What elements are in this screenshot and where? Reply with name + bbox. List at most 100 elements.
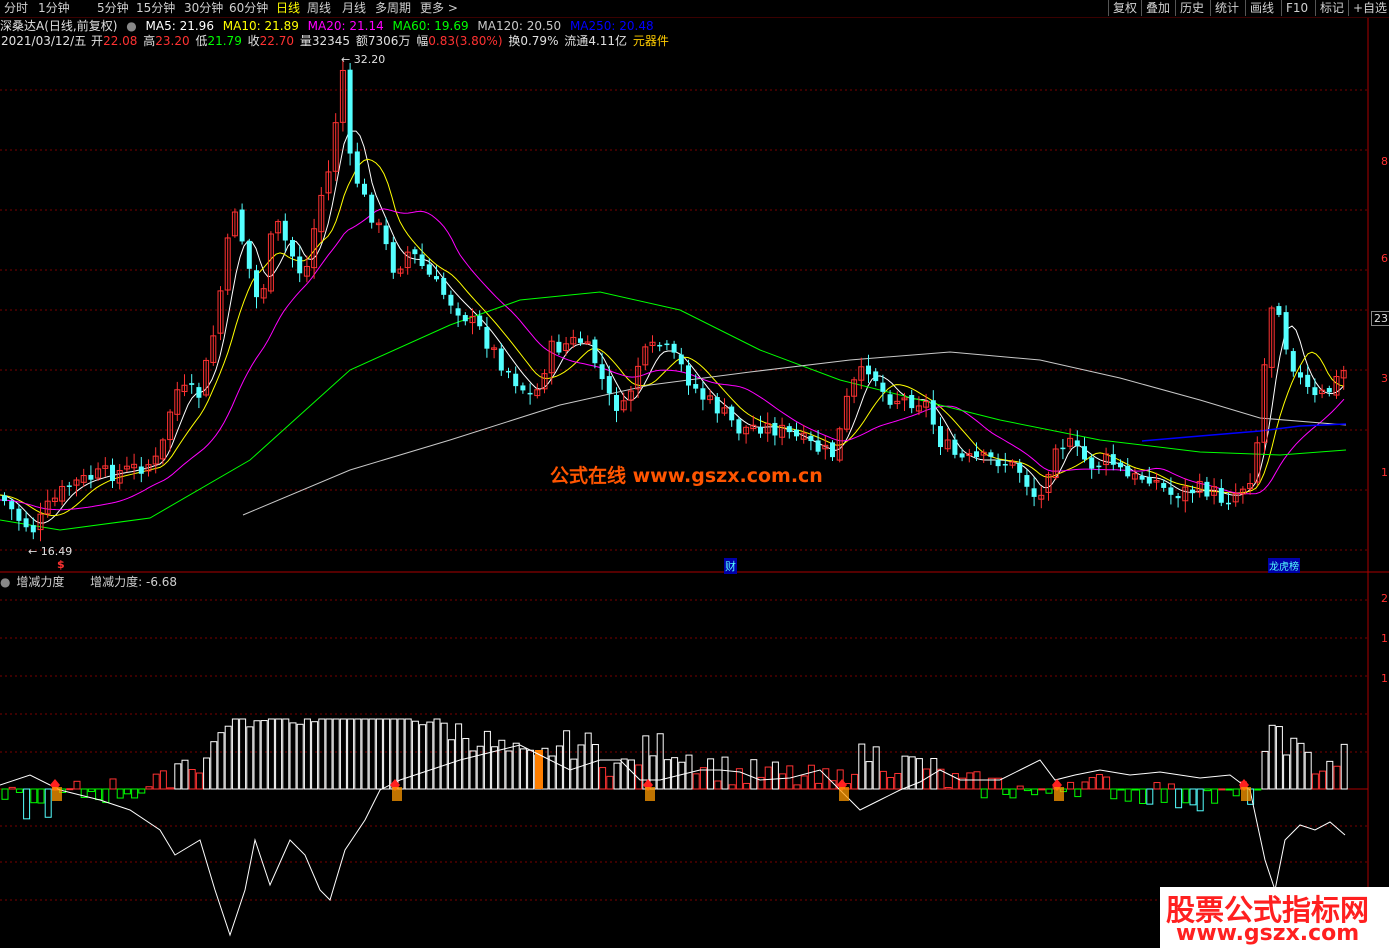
dividend-mark[interactable]: $ [57, 558, 65, 571]
indicator-bar [1275, 726, 1283, 790]
signal-tag-icon [645, 787, 655, 801]
indicator-bar [66, 788, 74, 791]
indicator-bar [879, 770, 887, 790]
indicator-bar [1340, 743, 1348, 790]
indicator-bar [858, 743, 866, 790]
candle-body [1082, 446, 1087, 460]
candle-body [246, 240, 252, 269]
candle-body [866, 365, 871, 375]
indicator-bar [332, 718, 340, 790]
candle-body [498, 348, 504, 371]
indicator-bar [116, 788, 124, 799]
signal-tag-icon [52, 787, 62, 801]
finance-mark[interactable]: 财 [724, 558, 737, 574]
indicator-bar [447, 739, 455, 790]
indicator-bar [570, 758, 578, 790]
candle-body [297, 256, 303, 274]
candle-body [196, 387, 202, 398]
candle-body [1089, 457, 1095, 469]
candle-body [1024, 475, 1030, 487]
candle-body [254, 270, 259, 298]
candle-body [88, 474, 94, 480]
indicator-bar [944, 786, 952, 790]
indicator-bar [951, 773, 959, 790]
candle-body [513, 373, 519, 387]
indicator-bar [224, 725, 232, 790]
candle-body [995, 459, 1001, 467]
candle-body [1175, 495, 1181, 499]
indicator-bar [239, 718, 247, 790]
indicator-bar [1304, 751, 1312, 790]
indicator-bar [678, 761, 686, 790]
chevron-down-icon[interactable]: ● [0, 575, 10, 589]
indicator-bar [771, 761, 779, 790]
axis-label: 8 [1381, 155, 1388, 168]
indicator-bar [815, 782, 823, 790]
candle-body [484, 326, 490, 349]
candle-body [786, 426, 792, 433]
indicator-bar [404, 718, 412, 790]
candle-body [1226, 502, 1231, 505]
indicator-bar [44, 788, 52, 818]
indicator-bar [303, 718, 311, 790]
indicator-bar [851, 773, 859, 790]
ind-axis-label: 2 [1381, 592, 1388, 605]
indicator-bar [1117, 788, 1125, 791]
candle-body [362, 183, 367, 195]
indicator-bar [73, 780, 81, 790]
indicator-bar [1311, 773, 1319, 790]
indicator-bar [1016, 785, 1024, 790]
indicator-bar [1297, 742, 1305, 790]
indicator-bar [167, 787, 175, 790]
indicator-bar [793, 784, 801, 790]
candle-body [1204, 481, 1210, 497]
indicator-bar [483, 730, 491, 790]
indicator-bar [289, 722, 297, 790]
candle-body [1305, 374, 1311, 387]
indicator-bar [426, 721, 434, 790]
indicator-bar [807, 764, 815, 790]
indicator-bar [1124, 788, 1132, 802]
indicator-bar [1002, 788, 1010, 795]
indicator-bar [1, 788, 9, 800]
indicator-bar [15, 788, 23, 793]
indicator-bar [901, 755, 909, 790]
candle-body [138, 466, 144, 474]
axis-label: 6 [1381, 252, 1388, 265]
indicator-bar [109, 778, 117, 790]
indicator-bar [1261, 750, 1269, 790]
indicator-bar [174, 763, 182, 790]
indicator-bar [1081, 781, 1089, 790]
indicator-bar [1067, 781, 1075, 790]
candle-body [347, 69, 353, 154]
candle-body [1326, 388, 1332, 393]
candle-body [383, 225, 389, 245]
indicator-bar [30, 788, 38, 804]
indicator-bar [1023, 788, 1031, 792]
indicator-bar [1146, 788, 1154, 805]
candle-body [239, 209, 245, 242]
indicator-bar [894, 772, 902, 790]
indicator-name[interactable]: 增减力度 [16, 575, 64, 589]
candle-body [1074, 440, 1080, 446]
candle-body [938, 426, 943, 448]
indicator-bar [512, 742, 520, 790]
center-watermark: 公式在线 www.gszx.com.cn [550, 465, 823, 487]
candle-body [1276, 306, 1282, 315]
indicator-bar [1189, 788, 1197, 806]
indicator-bar [246, 726, 254, 790]
indicator-bar [253, 720, 261, 790]
indicator-bar [87, 788, 95, 792]
indicator-bar [1074, 788, 1082, 798]
candle-body [1312, 387, 1318, 396]
indicator-bar [1045, 788, 1053, 794]
dragon-tiger-mark[interactable]: 龙虎榜 [1268, 558, 1300, 573]
indicator-bar [95, 788, 103, 801]
indicator-bar [188, 769, 196, 790]
candle-body [930, 400, 936, 425]
indicator-bar [692, 773, 700, 790]
indicator-bar [1009, 788, 1017, 799]
candle-body [1290, 351, 1296, 372]
ma60-line [0, 291, 1347, 531]
indicator-bar [563, 730, 571, 790]
